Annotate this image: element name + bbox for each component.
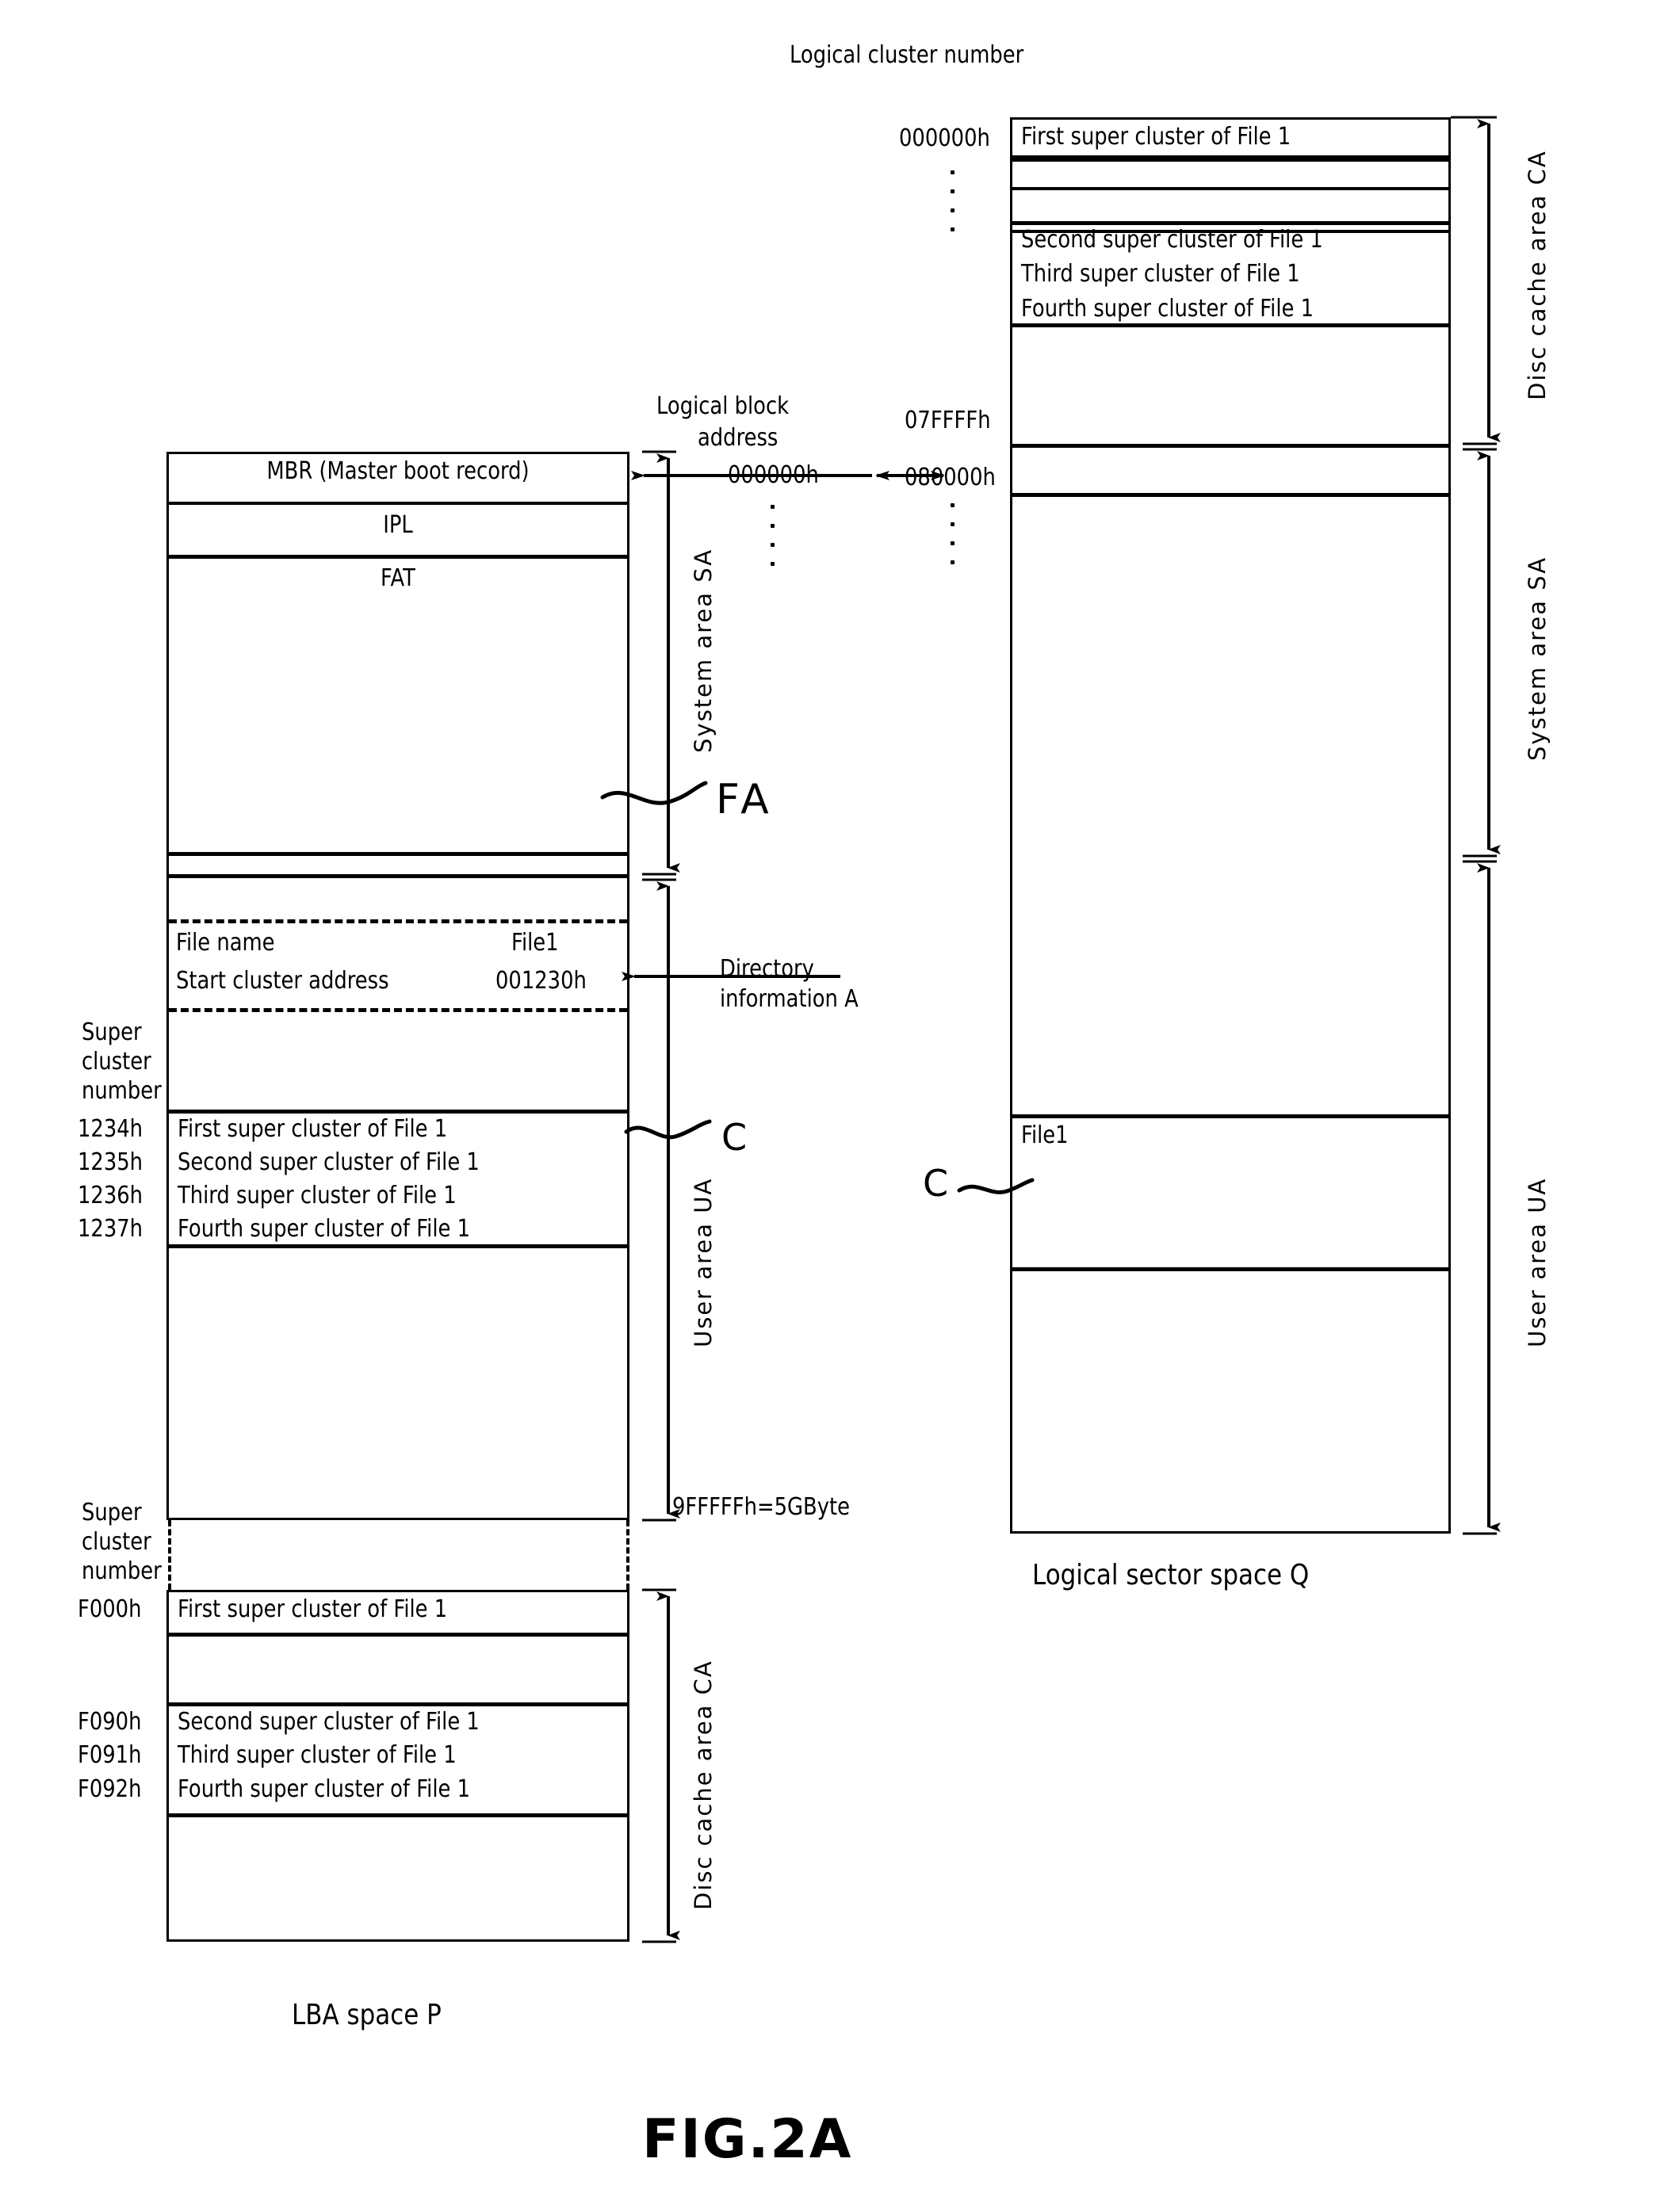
right-addr-system-start: 080000h [905,464,996,491]
left-bracket-system-area [642,450,680,876]
left-cache-cluster-1-number: F090h [78,1708,142,1736]
left-start-address: 000000h [728,461,819,489]
left-dir-dash-bottom [169,1008,627,1012]
right-diagram-title: Logical sector space Q [1032,1559,1310,1591]
right-cache-sep-5 [1010,493,1451,497]
left-cache-cluster-2-label: Third super cluster of File 1 [178,1741,457,1769]
left-scn-label-1-line-0: Super [82,1018,142,1046]
left-cache-sep-1 [166,1633,629,1637]
left-cache-cluster-1-label: Second super cluster of File 1 [178,1708,480,1736]
right-user-sep-1 [1010,1114,1451,1118]
figure-caption: FIG.2A [642,2108,853,2171]
left-bracket-label-system: System area SA [690,548,717,753]
left-dir-dash-top [169,919,627,923]
right-cache-sep-2 [1010,221,1451,225]
left-axis-label-line1: Logical block [656,392,790,420]
figure-page: Logical cluster number First super clust… [0,0,1668,2212]
left-row-mbr-label: MBR (Master boot record) [266,457,530,485]
left-sep-user-top [166,1110,629,1114]
left-cache-sep-2 [166,1702,629,1706]
left-user-cluster-1-label: Second super cluster of File 1 [178,1148,480,1176]
left-scn-label-2-line-0: Super [82,1499,142,1526]
left-gap-dash-right [626,1520,629,1590]
right-c-marker: C [923,1162,949,1205]
left-bracket-label-user: User area UA [690,1177,717,1347]
right-bracket-label-system: System area SA [1524,556,1551,761]
right-cache-sep-3 [1010,323,1451,327]
left-cache-cluster-0-number: F000h [78,1595,142,1623]
left-sep-user-bottom [166,1244,629,1248]
right-ellipsis-upper [951,170,955,250]
right-user-file-label: File1 [1021,1121,1069,1149]
right-bracket-label-cache: Disc cache area CA [1524,150,1551,400]
left-row-fat-label: FAT [381,564,415,592]
right-cache-row-0-label: First super cluster of File 1 [1021,123,1291,151]
left-cache-cluster-3-label: Fourth super cluster of File 1 [178,1775,470,1803]
left-dir-callout-line2: information A [720,985,859,1013]
left-row-ipl-label: IPL [383,511,413,539]
left-user-cluster-3-label: Fourth super cluster of File 1 [178,1215,470,1243]
left-gap-dash-left [168,1520,171,1590]
left-cache-cluster-0-label: First super cluster of File 1 [178,1595,448,1623]
left-dir-row-1-key: Start cluster address [176,967,389,995]
left-user-cluster-2-number: 1236h [78,1182,143,1209]
right-cache-sep-4 [1010,444,1451,448]
left-bracket-cache-area [642,1588,680,1943]
left-scn-label-2-line-2: number [82,1557,162,1585]
left-scn-label-2-line-1: cluster [82,1528,151,1556]
right-addr-cache-end: 07FFFFh [905,407,991,434]
left-scn-label-1-line-2: number [82,1077,162,1105]
left-ellipsis-middle [771,505,775,584]
left-dir-row-1-value: 001230h [495,967,587,995]
left-user-cluster-0-label: First super cluster of File 1 [178,1115,448,1143]
left-sep-mbr-ipl [166,502,629,505]
left-cache-cluster-3-number: F092h [78,1775,142,1803]
left-fa-marker: FA [716,776,774,823]
left-c-marker: C [721,1116,748,1159]
left-sep-sys-1 [166,852,629,856]
right-sep-4 [1010,187,1451,190]
right-bracket-system-area [1463,448,1501,858]
right-bracket-cache-area [1463,116,1501,445]
right-user-sep-2 [1010,1267,1451,1271]
right-cache-sep-1 [1010,155,1451,159]
left-cache-sep-3 [166,1813,629,1817]
right-cache-row-3-label: Third super cluster of File 1 [1021,260,1300,288]
left-dir-callout-line1: Directory [720,955,814,983]
left-diagram-title: LBA space P [292,1999,442,2031]
left-cache-cluster-2-number: F091h [78,1741,142,1769]
right-axis-label: Logical cluster number [790,41,1024,69]
left-scn-label-1-line-1: cluster [82,1048,151,1075]
left-dir-row-0-value: File1 [511,929,559,957]
left-end-address: 9FFFFFh=5GByte [672,1493,850,1521]
right-cache-row-2-label: Second super cluster of File 1 [1021,226,1323,254]
right-diagram-box [1010,117,1451,1534]
left-bracket-label-cache: Disc cache area CA [690,1660,717,1910]
right-ellipsis-lower [951,503,955,583]
right-addr-start: 000000h [899,124,990,152]
left-bracket-user-area [642,878,680,1522]
left-user-cluster-1-number: 1235h [78,1148,143,1176]
right-bracket-label-user: User area UA [1524,1177,1551,1347]
right-cache-row-4-label: Fourth super cluster of File 1 [1021,295,1314,323]
left-axis-label-line2: address [698,424,779,452]
left-sep-ipl-fat [166,555,629,559]
left-sep-sys-2 [166,874,629,878]
left-user-cluster-0-number: 1234h [78,1115,143,1143]
right-bracket-user-area [1463,860,1501,1535]
left-dir-row-0-key: File name [176,929,275,957]
left-c-curly-connector [624,1119,712,1140]
left-user-cluster-3-number: 1237h [78,1215,143,1243]
left-user-cluster-2-label: Third super cluster of File 1 [178,1182,457,1209]
